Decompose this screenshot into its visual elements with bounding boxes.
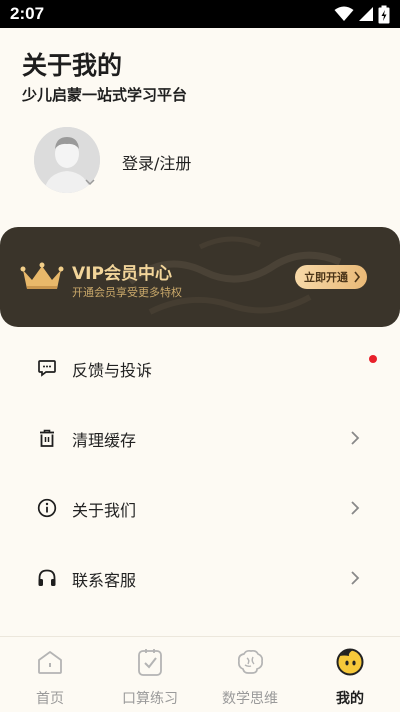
tab-label: 数学思维	[222, 691, 278, 707]
system-icons	[334, 5, 390, 24]
open-vip-button[interactable]: 立即开通	[295, 265, 367, 289]
bottom-tab-bar: 首页 口算练习 数学思维 我的	[0, 636, 400, 712]
checklist-icon	[138, 649, 162, 676]
status-bar: 2:07	[0, 0, 400, 28]
chevron-down-icon	[85, 179, 95, 186]
headphones-icon	[38, 569, 56, 586]
menu-item-clear-cache[interactable]: 清理缓存	[0, 408, 400, 468]
brain-icon	[237, 649, 264, 674]
status-time: 2:07	[10, 4, 45, 23]
vip-subtitle: 开通会员享受更多特权	[72, 286, 182, 299]
menu-item-feedback[interactable]: 反馈与投诉	[0, 338, 400, 398]
info-icon	[37, 498, 57, 518]
signal-icon	[359, 7, 373, 21]
tab-math-thinking[interactable]: 数学思维	[200, 637, 300, 712]
battery-icon	[378, 5, 390, 23]
chevron-right-icon	[351, 431, 360, 445]
open-vip-button-label: 立即开通	[304, 272, 348, 284]
menu-item-label: 关于我们	[72, 501, 137, 520]
menu-item-label: 联系客服	[72, 571, 137, 590]
menu-item-customer-service[interactable]: 联系客服	[0, 548, 400, 608]
page-subtitle: 少儿启蒙一站式学习平台	[22, 86, 188, 104]
home-icon	[38, 651, 62, 674]
chevron-right-icon	[351, 501, 360, 515]
chevron-right-icon	[354, 271, 361, 283]
login-register-link[interactable]: 登录/注册	[122, 150, 191, 174]
menu-item-label: 反馈与投诉	[72, 361, 153, 380]
page-title: 关于我的	[22, 51, 123, 80]
tab-label: 口算练习	[122, 691, 178, 707]
menu-item-label: 清理缓存	[72, 431, 137, 450]
tab-label: 我的	[336, 691, 364, 707]
crown-icon	[20, 262, 64, 289]
tab-home[interactable]: 首页	[0, 637, 100, 712]
chevron-right-icon	[351, 571, 360, 585]
tab-mine[interactable]: 我的	[300, 637, 400, 712]
message-icon	[38, 360, 56, 377]
notification-badge	[369, 355, 377, 363]
menu-item-about-us[interactable]: 关于我们	[0, 478, 400, 538]
mascot-icon	[336, 648, 364, 676]
vip-title: VIP会员中心	[72, 264, 172, 284]
wifi-icon	[334, 6, 354, 21]
tab-mental-math[interactable]: 口算练习	[100, 637, 200, 712]
tab-label: 首页	[36, 691, 64, 707]
trash-icon	[40, 429, 54, 447]
